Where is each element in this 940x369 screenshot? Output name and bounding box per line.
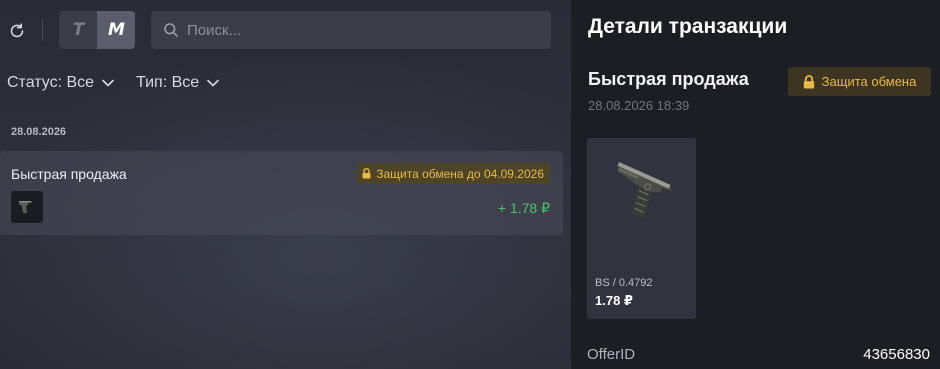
search-input[interactable] (187, 21, 547, 39)
lock-icon (803, 74, 814, 88)
transaction-row[interactable]: Быстрая продажа Защита обмена до 04.09.2… (0, 151, 563, 235)
offer-id-value: 43656830 (863, 346, 930, 363)
search-icon (164, 23, 178, 37)
transaction-title: Быстрая продажа (11, 166, 127, 182)
lock-icon (362, 168, 371, 179)
marketplace-t-button[interactable]: T (59, 11, 97, 49)
type-filter-label: Тип: Все (136, 74, 200, 91)
offer-id-label: OfferID (587, 346, 636, 363)
type-filter[interactable]: Тип: Все (136, 74, 219, 92)
toolbar-divider (42, 19, 43, 41)
item-wear: BS / 0.4792 (595, 277, 653, 289)
item-price: 1.78 ₽ (595, 293, 633, 308)
search-box (151, 11, 551, 49)
filters-bar: Статус: Все Тип: Все (7, 74, 219, 92)
sale-date: 28.08.2026 18:39 (588, 98, 690, 113)
refresh-icon (10, 23, 24, 38)
item-thumbnail (11, 191, 43, 223)
trade-protection-badge: Защита обмена (788, 67, 931, 96)
trade-protection-badge: Защита обмена до 04.09.2026 (357, 163, 550, 184)
marketplace-t-logo: T (72, 20, 85, 40)
transaction-amount: + 1.78 ₽ (497, 200, 550, 216)
trade-protection-badge-text: Защита обмена до 04.09.2026 (376, 166, 544, 181)
status-filter-label: Статус: Все (7, 74, 95, 91)
chevron-down-icon (207, 79, 219, 87)
sale-title: Быстрая продажа (588, 69, 749, 89)
pistol-image (617, 162, 672, 219)
pistol-icon (19, 201, 32, 213)
marketplace-toggle: T M (59, 11, 135, 49)
details-header: Детали транзакции (588, 15, 788, 38)
transactions-panel: T M Статус: Все Тип: Все 28.08.2026 Быст… (0, 0, 571, 369)
refresh-button[interactable] (6, 20, 28, 42)
transactions-date-heading: 28.08.2026 (11, 126, 67, 138)
item-card[interactable]: BS / 0.4792 1.78 ₽ (587, 138, 696, 319)
chevron-down-icon (102, 79, 114, 87)
trade-protection-badge-text: Защита обмена (821, 74, 917, 89)
marketplace-m-button[interactable]: M (97, 11, 135, 49)
marketplace-m-logo: M (108, 20, 125, 40)
status-filter[interactable]: Статус: Все (7, 74, 114, 92)
details-panel: Детали транзакции Быстрая продажа Защита… (571, 0, 940, 369)
